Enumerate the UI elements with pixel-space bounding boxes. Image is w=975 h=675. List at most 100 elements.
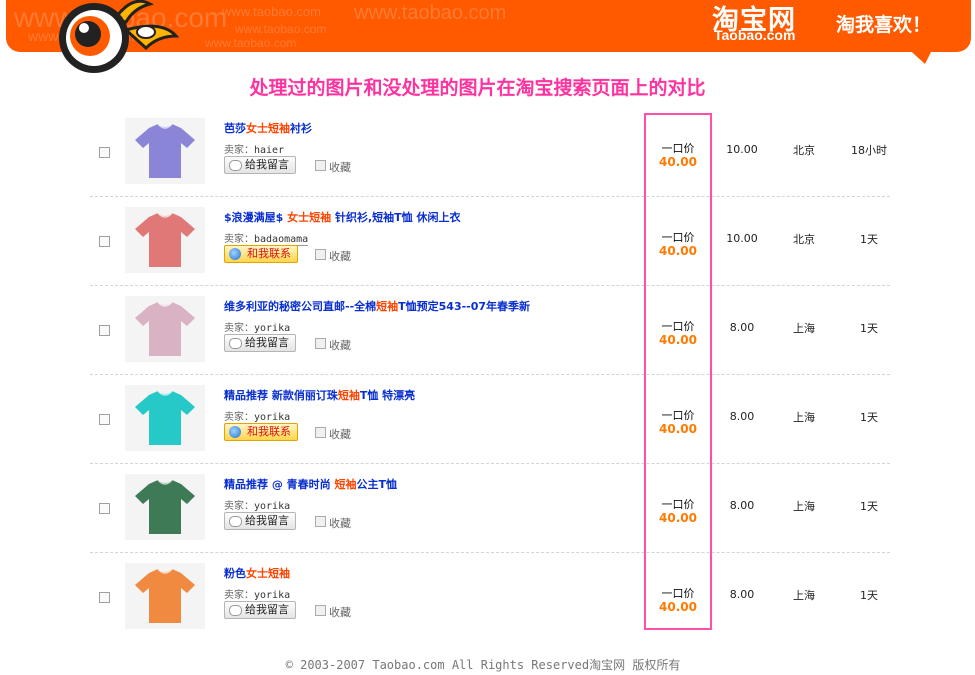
footer-copyright: © 2003-2007 Taobao.com All Rights Reserv…	[285, 658, 681, 672]
item-title-text: 针织衫,短袖T恤 休闲上衣	[331, 211, 461, 224]
seller-label: 卖家：	[224, 323, 254, 334]
keyword-highlight: 短袖	[334, 478, 357, 491]
wangwang-icon	[229, 248, 241, 260]
wangwang-icon	[229, 426, 241, 438]
favorite-icon	[315, 160, 326, 171]
button-label: 给我留言	[245, 336, 289, 349]
item-title-text: 精品推荐 @ 青春时尚	[224, 478, 335, 491]
tshirt-icon	[125, 474, 205, 540]
select-checkbox[interactable]	[99, 325, 110, 336]
leave-message-button[interactable]: 给我留言	[224, 334, 296, 352]
results-list: 芭莎女士短袖衬衫 卖家：haier 给我留言 收藏 一口价 40.00 10.0…	[90, 108, 890, 641]
favorite-button[interactable]: 收藏	[315, 159, 351, 175]
tshirt-icon	[125, 296, 205, 362]
list-item: 粉色女士短袖 卖家：yorika 给我留言 收藏 一口价 40.00 8.00 …	[90, 553, 890, 641]
item-title-text: T恤 特漂亮	[359, 389, 416, 402]
keyword-highlight: 女士短袖	[287, 211, 332, 224]
favorite-icon	[315, 338, 326, 349]
time-remaining: 1天	[860, 589, 878, 602]
leave-message-button[interactable]: 给我留言	[224, 512, 296, 530]
location: 上海	[793, 322, 815, 335]
seller-label: 卖家：	[224, 234, 254, 245]
seller-info: 卖家：yorika	[224, 319, 291, 335]
product-thumbnail[interactable]	[125, 474, 205, 540]
header-tail	[903, 44, 935, 64]
time-remaining: 1天	[860, 322, 878, 335]
favorite-button[interactable]: 收藏	[315, 248, 351, 264]
tshirt-icon	[125, 385, 205, 451]
select-checkbox[interactable]	[99, 414, 110, 425]
favorite-button[interactable]: 收藏	[315, 515, 351, 531]
favorite-button[interactable]: 收藏	[315, 337, 351, 353]
tshirt-icon	[125, 207, 205, 273]
seller-label: 卖家：	[224, 501, 254, 512]
contact-seller-button[interactable]: 和我联系	[224, 245, 298, 263]
message-bubble-icon	[229, 338, 242, 349]
item-title-link[interactable]: 芭莎女士短袖衬衫	[224, 120, 312, 136]
favorite-button[interactable]: 收藏	[315, 604, 351, 620]
time-remaining: 1天	[860, 411, 878, 424]
favorite-icon	[315, 249, 326, 260]
product-thumbnail[interactable]	[125, 296, 205, 362]
item-title-text: 维多利亚的秘密公司直邮--全棉	[224, 300, 377, 313]
favorite-label: 收藏	[329, 517, 351, 530]
logo-en: Taobao.com	[714, 27, 796, 43]
product-thumbnail[interactable]	[125, 563, 205, 629]
keyword-highlight: 短袖	[376, 300, 399, 313]
item-title-link[interactable]: $浪漫满屋$ 女士短袖 针织衫,短袖T恤 休闲上衣	[224, 209, 460, 225]
watermark: www.taobao.com	[205, 36, 297, 50]
leave-message-button[interactable]: 给我留言	[224, 601, 296, 619]
select-checkbox[interactable]	[99, 147, 110, 158]
favorite-button[interactable]: 收藏	[315, 426, 351, 442]
list-item: $浪漫满屋$ 女士短袖 针织衫,短袖T恤 休闲上衣 卖家：badaomama 和…	[90, 197, 890, 286]
leave-message-button[interactable]: 给我留言	[224, 156, 296, 174]
seller-info: 卖家：yorika	[224, 586, 291, 602]
item-title-link[interactable]: 粉色女士短袖	[224, 565, 290, 581]
watermark: www.taobao.com	[354, 2, 507, 24]
location: 北京	[793, 233, 815, 246]
item-title-text: 公主T恤	[356, 478, 398, 491]
time-remaining: 1天	[860, 500, 878, 513]
favorite-icon	[315, 516, 326, 527]
favorite-label: 收藏	[329, 250, 351, 263]
item-title-text: 衬衫	[290, 122, 312, 135]
item-title-link[interactable]: 精品推荐 新款俏丽订珠短袖T恤 特漂亮	[224, 387, 415, 403]
favorite-label: 收藏	[329, 339, 351, 352]
contact-seller-button[interactable]: 和我联系	[224, 423, 298, 441]
message-bubble-icon	[229, 516, 242, 527]
list-item: 芭莎女士短袖衬衫 卖家：haier 给我留言 收藏 一口价 40.00 10.0…	[90, 108, 890, 197]
tshirt-icon	[125, 118, 205, 184]
button-label: 给我留言	[245, 514, 289, 527]
product-thumbnail[interactable]	[125, 207, 205, 273]
button-label: 和我联系	[247, 247, 291, 260]
item-title-link[interactable]: 维多利亚的秘密公司直邮--全棉短袖T恤预定543--07年春季新	[224, 298, 530, 314]
shipping-fee: 8.00	[729, 588, 755, 601]
shipping-fee: 8.00	[729, 410, 755, 423]
product-thumbnail[interactable]	[125, 118, 205, 184]
seller-label: 卖家：	[224, 412, 254, 423]
page-title: 处理过的图片和没处理的图片在淘宝搜索页面上的对比	[249, 77, 706, 99]
favorite-icon	[315, 605, 326, 616]
shipping-fee: 8.00	[729, 321, 755, 334]
button-label: 给我留言	[245, 603, 289, 616]
select-checkbox[interactable]	[99, 236, 110, 247]
item-title-link[interactable]: 精品推荐 @ 青春时尚 短袖公主T恤	[224, 476, 397, 492]
seller-info: 卖家：yorika	[224, 497, 291, 513]
favorite-icon	[315, 427, 326, 438]
product-thumbnail[interactable]	[125, 385, 205, 451]
list-item: 精品推荐 新款俏丽订珠短袖T恤 特漂亮 卖家：yorika 和我联系 收藏 一口…	[90, 375, 890, 464]
keyword-highlight: 女士短袖	[246, 122, 290, 135]
shipping-fee: 10.00	[726, 232, 758, 245]
keyword-highlight: 女士短袖	[246, 567, 290, 580]
shipping-fee: 8.00	[729, 499, 755, 512]
list-item: 精品推荐 @ 青春时尚 短袖公主T恤 卖家：yorika 给我留言 收藏 一口价…	[90, 464, 890, 553]
seller-label: 卖家：	[224, 590, 254, 601]
time-remaining: 18小时	[851, 144, 887, 157]
message-bubble-icon	[229, 160, 242, 171]
select-checkbox[interactable]	[99, 503, 110, 514]
seller-info: 卖家：haier	[224, 141, 285, 157]
header: www.taobao.com www.taobao.com www.taobao…	[0, 0, 975, 73]
select-checkbox[interactable]	[99, 592, 110, 603]
item-title-text: $浪漫满屋$	[224, 211, 288, 224]
shipping-fee: 10.00	[726, 143, 758, 156]
